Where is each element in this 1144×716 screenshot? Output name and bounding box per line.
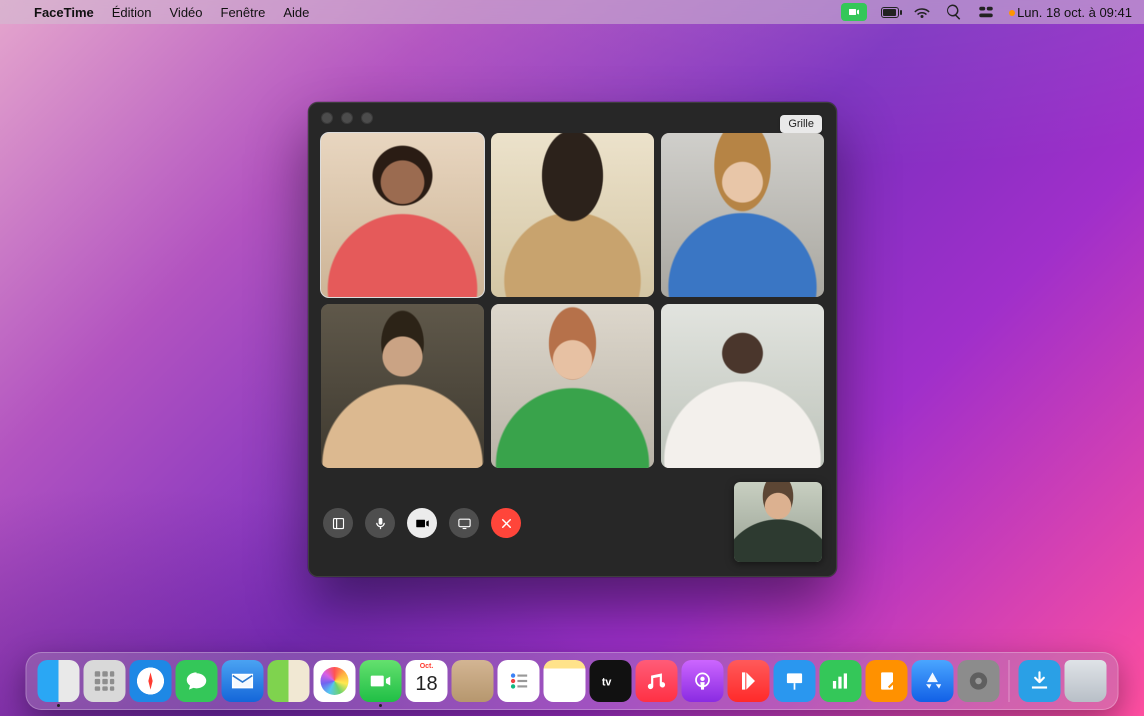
participant-video xyxy=(661,133,824,297)
spotlight-icon[interactable] xyxy=(945,3,963,21)
participant-video xyxy=(491,133,654,297)
dock-podcasts[interactable] xyxy=(682,660,724,702)
camera-in-use-indicator[interactable] xyxy=(841,3,867,21)
dock-facetime[interactable] xyxy=(360,660,402,702)
battery-icon[interactable] xyxy=(881,3,899,21)
menu-bar: FaceTime Édition Vidéo Fenêtre Aide Lun.… xyxy=(0,0,1144,24)
mic-in-use-dot xyxy=(1009,10,1015,16)
end-call-button[interactable] xyxy=(491,508,521,538)
dock-divider xyxy=(1009,660,1010,702)
dock-photos[interactable] xyxy=(314,660,356,702)
minimize-window-button[interactable] xyxy=(341,112,353,124)
control-center-icon[interactable] xyxy=(977,3,995,21)
self-video xyxy=(734,482,822,562)
participant-tile[interactable] xyxy=(661,304,824,468)
wifi-icon[interactable] xyxy=(913,3,931,21)
zoom-window-button[interactable] xyxy=(361,112,373,124)
dock-appstore[interactable] xyxy=(912,660,954,702)
dock-contacts[interactable] xyxy=(452,660,494,702)
dock-trash[interactable] xyxy=(1065,660,1107,702)
menu-edition[interactable]: Édition xyxy=(112,5,152,20)
dock-tv[interactable]: tv xyxy=(590,660,632,702)
dock-reminders[interactable] xyxy=(498,660,540,702)
window-traffic-lights xyxy=(321,112,373,124)
facetime-window: Grille xyxy=(308,102,837,577)
participant-grid xyxy=(321,133,824,468)
participant-video xyxy=(491,304,654,468)
call-controls xyxy=(323,508,521,538)
participant-tile[interactable] xyxy=(321,304,484,468)
svg-text:tv: tv xyxy=(602,676,612,688)
menu-help[interactable]: Aide xyxy=(283,5,309,20)
menu-video[interactable]: Vidéo xyxy=(170,5,203,20)
calendar-day-label: 18 xyxy=(415,673,437,696)
mute-button[interactable] xyxy=(365,508,395,538)
calendar-month-label: Oct. xyxy=(420,663,434,670)
dock-finder[interactable] xyxy=(38,660,80,702)
dock-music[interactable] xyxy=(636,660,678,702)
dock: Oct. 18 tv xyxy=(26,652,1119,710)
participant-tile[interactable] xyxy=(491,133,654,297)
app-menu[interactable]: FaceTime xyxy=(34,5,94,20)
grid-view-button[interactable]: Grille xyxy=(780,115,822,133)
close-window-button[interactable] xyxy=(321,112,333,124)
dock-maps[interactable] xyxy=(268,660,310,702)
participant-tile[interactable] xyxy=(491,304,654,468)
dock-pages[interactable] xyxy=(866,660,908,702)
dock-messages[interactable] xyxy=(176,660,218,702)
dock-keynote[interactable] xyxy=(774,660,816,702)
participant-video xyxy=(321,133,484,297)
dock-launchpad[interactable] xyxy=(84,660,126,702)
camera-button[interactable] xyxy=(407,508,437,538)
dock-safari[interactable] xyxy=(130,660,172,702)
participant-tile[interactable] xyxy=(321,133,484,297)
dock-mail[interactable] xyxy=(222,660,264,702)
menu-window[interactable]: Fenêtre xyxy=(221,5,266,20)
dock-news[interactable] xyxy=(728,660,770,702)
menubar-clock[interactable]: Lun. 18 oct. à 09:41 xyxy=(1009,5,1132,20)
participant-video xyxy=(321,304,484,468)
dock-downloads[interactable] xyxy=(1019,660,1061,702)
participant-video xyxy=(661,304,824,468)
sidebar-button[interactable] xyxy=(323,508,353,538)
dock-notes[interactable] xyxy=(544,660,586,702)
dock-calendar[interactable]: Oct. 18 xyxy=(406,660,448,702)
dock-system-preferences[interactable] xyxy=(958,660,1000,702)
participant-tile[interactable] xyxy=(661,133,824,297)
self-view[interactable] xyxy=(734,482,822,562)
screen-share-button[interactable] xyxy=(449,508,479,538)
dock-numbers[interactable] xyxy=(820,660,862,702)
